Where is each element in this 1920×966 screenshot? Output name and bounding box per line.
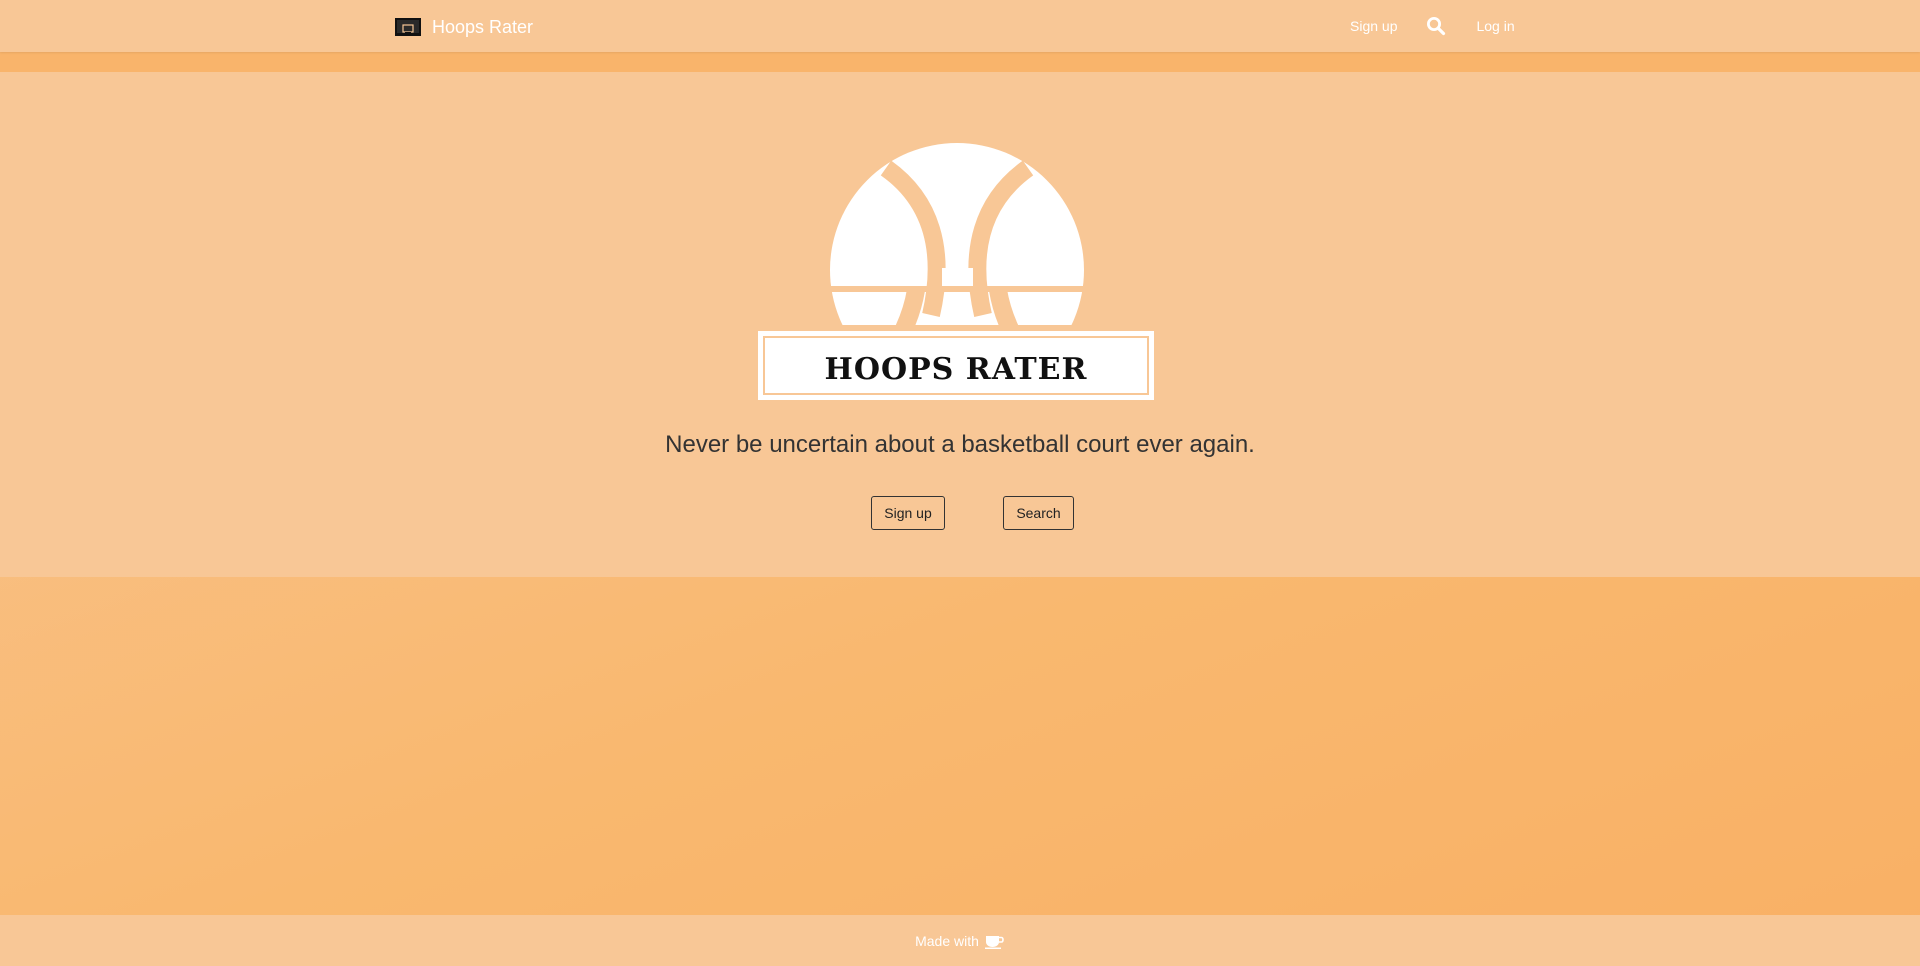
logo-text: HOOPS RATER [825, 352, 1088, 387]
hero-section: HOOPS RATER Never be uncertain about a b… [0, 72, 1920, 577]
footer-text: Made with [915, 932, 979, 949]
nav-signup-link[interactable]: Sign up [1350, 18, 1397, 34]
coffee-cup-icon [984, 933, 1005, 949]
hoops-rater-logo: HOOPS RATER [756, 120, 1156, 405]
search-icon[interactable] [1426, 16, 1446, 36]
hero-tagline: Never be uncertain about a basketball co… [665, 431, 1255, 458]
brand-link[interactable]: Hoops Rater [395, 15, 533, 39]
signup-button[interactable]: Sign up [871, 496, 945, 530]
navbar-accent-strip [0, 52, 1920, 72]
basketball-hoop-icon [395, 18, 421, 36]
brand-title: Hoops Rater [432, 16, 534, 37]
nav-menu: Sign up Log in [1350, 0, 1515, 52]
footer: Made with [0, 915, 1920, 966]
nav-login-link[interactable]: Log in [1476, 18, 1514, 34]
navbar: Hoops Rater Sign up Log in [0, 0, 1920, 52]
search-button[interactable]: Search [1003, 496, 1074, 530]
